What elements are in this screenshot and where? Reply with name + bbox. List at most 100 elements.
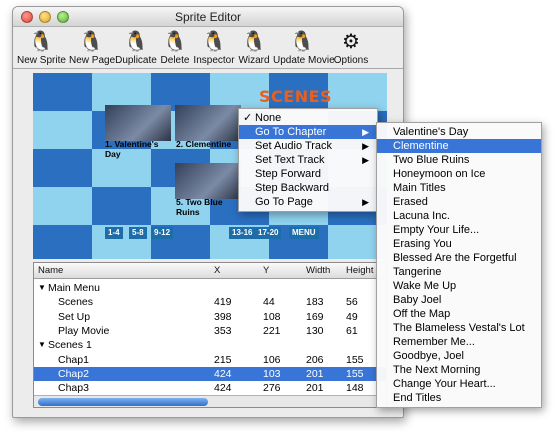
- chapter-menu-item-label: The Blameless Vestal's Lot: [393, 322, 525, 334]
- column-header-height[interactable]: Height: [346, 265, 373, 276]
- scene-nav-button[interactable]: MENU: [289, 227, 319, 239]
- wizard-button[interactable]: 🐧 Wizard: [237, 29, 271, 69]
- chapter-submenu: Valentine's Day Clementine Two Blue Ruins H…: [376, 122, 542, 408]
- chapter-menu-item-label: Remember Me...: [393, 336, 475, 348]
- table-row[interactable]: Chap2 424 103 201 155: [34, 366, 386, 381]
- cell-h: 49: [346, 310, 358, 323]
- table-row[interactable]: Chap3 424 276 201 148: [34, 381, 386, 395]
- menu-item-label: Go To Page: [255, 196, 313, 208]
- scene-nav-button[interactable]: 9-12: [151, 227, 174, 239]
- inspector-button[interactable]: 🐧 Inspector: [193, 29, 235, 69]
- menu-item-label: Set Text Track: [255, 154, 325, 166]
- scene-thumbnail-label: 5. Two Blue Ruins: [176, 197, 223, 217]
- submenu-arrow-icon: ▶: [362, 155, 369, 165]
- horizontal-scrollbar[interactable]: [34, 395, 386, 407]
- scene-nav-button[interactable]: 17-20: [255, 227, 282, 239]
- cell-name: Main Menu: [48, 282, 100, 294]
- chapter-menu-item[interactable]: Baby Joel: [377, 293, 541, 307]
- table-group-row[interactable]: ▼ Scenes 1: [34, 338, 386, 352]
- chapter-menu-item-label: End Titles: [393, 392, 442, 404]
- menu-item-step-forward[interactable]: Step Forward: [239, 167, 377, 181]
- penguin-inspector-icon: 🐧: [201, 31, 227, 53]
- chapter-menu-item[interactable]: Valentine's Day: [377, 125, 541, 139]
- table-header: Name X Y Width Height: [34, 263, 386, 279]
- scrollbar-thumb[interactable]: [38, 398, 208, 406]
- duplicate-button[interactable]: 🐧 Duplicate: [115, 29, 157, 69]
- toolbar-label: Options: [333, 55, 369, 66]
- scene-nav-button[interactable]: 1-4: [105, 227, 123, 239]
- penguin-new-page-icon: 🐧: [78, 31, 104, 53]
- scene-thumbnail[interactable]: [175, 105, 241, 141]
- menu-item-go-to-chapter[interactable]: Go To Chapter ▶: [239, 125, 377, 139]
- new-sprite-button[interactable]: 🐧 New Sprite: [17, 29, 66, 69]
- column-header-width[interactable]: Width: [306, 265, 330, 276]
- menu-item-step-backward[interactable]: Step Backward: [239, 181, 377, 195]
- chapter-menu-item-label: Clementine: [393, 140, 449, 152]
- new-page-button[interactable]: 🐧 New Page: [69, 29, 115, 69]
- chapter-menu-item[interactable]: The Blameless Vestal's Lot: [377, 321, 541, 335]
- chapter-menu-item[interactable]: Off the Map: [377, 307, 541, 321]
- chapter-menu-item[interactable]: Change Your Heart...: [377, 377, 541, 391]
- chapter-menu-item[interactable]: Goodbye, Joel: [377, 349, 541, 363]
- chapter-menu-item[interactable]: Main Titles: [377, 181, 541, 195]
- chapter-menu-item[interactable]: Lacuna Inc.: [377, 209, 541, 223]
- chapter-menu-item[interactable]: Remember Me...: [377, 335, 541, 349]
- delete-button[interactable]: 🐧 Delete: [159, 29, 191, 69]
- table-row[interactable]: Scenes 419 44 183 56: [34, 295, 386, 309]
- cell-x: 424: [214, 367, 232, 380]
- disclosure-triangle-icon[interactable]: ▼: [38, 281, 46, 295]
- chapter-menu-item-label: Baby Joel: [393, 294, 442, 306]
- cell-y: 221: [263, 324, 281, 337]
- chapter-menu-item[interactable]: Clementine: [377, 139, 541, 153]
- chapter-menu-item[interactable]: Blessed Are the Forgetful: [377, 251, 541, 265]
- chapter-menu-item[interactable]: Erasing You: [377, 237, 541, 251]
- chapter-menu-item[interactable]: Empty Your Life...: [377, 223, 541, 237]
- title-bar[interactable]: Sprite Editor: [13, 7, 403, 27]
- chapter-menu-item[interactable]: Honeymoon on Ice: [377, 167, 541, 181]
- chapter-menu-item[interactable]: End Titles: [377, 391, 541, 405]
- chapter-menu-item[interactable]: The Next Morning: [377, 363, 541, 377]
- table-row[interactable]: Set Up 398 108 169 49: [34, 310, 386, 324]
- submenu-arrow-icon: ▶: [362, 197, 369, 207]
- checker-tile: [33, 187, 92, 225]
- column-header-name[interactable]: Name: [38, 265, 63, 276]
- chapter-menu-item[interactable]: Two Blue Ruins: [377, 153, 541, 167]
- chapter-menu-item-label: Lacuna Inc.: [393, 210, 450, 222]
- penguins-duplicate-icon: 🐧: [123, 31, 149, 53]
- chapter-menu-item[interactable]: Erased: [377, 195, 541, 209]
- scene-thumbnail[interactable]: [175, 163, 241, 199]
- menu-item-go-to-page[interactable]: Go To Page ▶: [239, 195, 377, 209]
- checker-tile: [33, 149, 92, 187]
- chapter-menu-item[interactable]: Wake Me Up: [377, 279, 541, 293]
- options-button[interactable]: ⚙ Options: [333, 29, 369, 69]
- table-group-row[interactable]: ▼ Main Menu: [34, 281, 386, 295]
- cell-h: 155: [346, 367, 364, 380]
- cell-h: 61: [346, 324, 358, 337]
- menu-item-label: Step Forward: [255, 168, 322, 180]
- table-row[interactable]: Play Movie 353 221 130 61: [34, 324, 386, 338]
- scene-nav-button[interactable]: 13-16: [229, 227, 256, 239]
- update-movie-button[interactable]: 🐧 Update Movie: [273, 29, 335, 69]
- chapter-menu-item-label: Blessed Are the Forgetful: [393, 252, 517, 264]
- cell-name: Chap1: [58, 353, 89, 366]
- menu-item-set-text-track[interactable]: Set Text Track ▶: [239, 153, 377, 167]
- cell-x: 419: [214, 296, 232, 309]
- column-header-x[interactable]: X: [214, 265, 220, 276]
- scene-nav-button[interactable]: 5-8: [129, 227, 147, 239]
- column-header-y[interactable]: Y: [263, 265, 269, 276]
- cell-name: Chap2: [58, 367, 89, 380]
- table-row[interactable]: Chap1 215 106 206 155: [34, 353, 386, 367]
- cell-w: 183: [306, 296, 324, 309]
- cell-h: 148: [346, 382, 364, 395]
- cell-y: 44: [263, 296, 275, 309]
- chapter-menu-item[interactable]: Tangerine: [377, 265, 541, 279]
- menu-item-none[interactable]: ✓ None: [239, 111, 377, 125]
- scene-thumbnail-label: 1. Valentine's Day: [105, 139, 159, 159]
- checker-tile: [92, 187, 151, 225]
- chapter-menu-item-label: Erased: [393, 196, 428, 208]
- menu-item-set-audio-track[interactable]: Set Audio Track ▶: [239, 139, 377, 153]
- disclosure-triangle-icon[interactable]: ▼: [38, 338, 46, 352]
- penguin-wizard-icon: 🐧: [241, 31, 267, 53]
- cell-w: 201: [306, 382, 324, 395]
- scene-thumbnail[interactable]: [105, 105, 171, 141]
